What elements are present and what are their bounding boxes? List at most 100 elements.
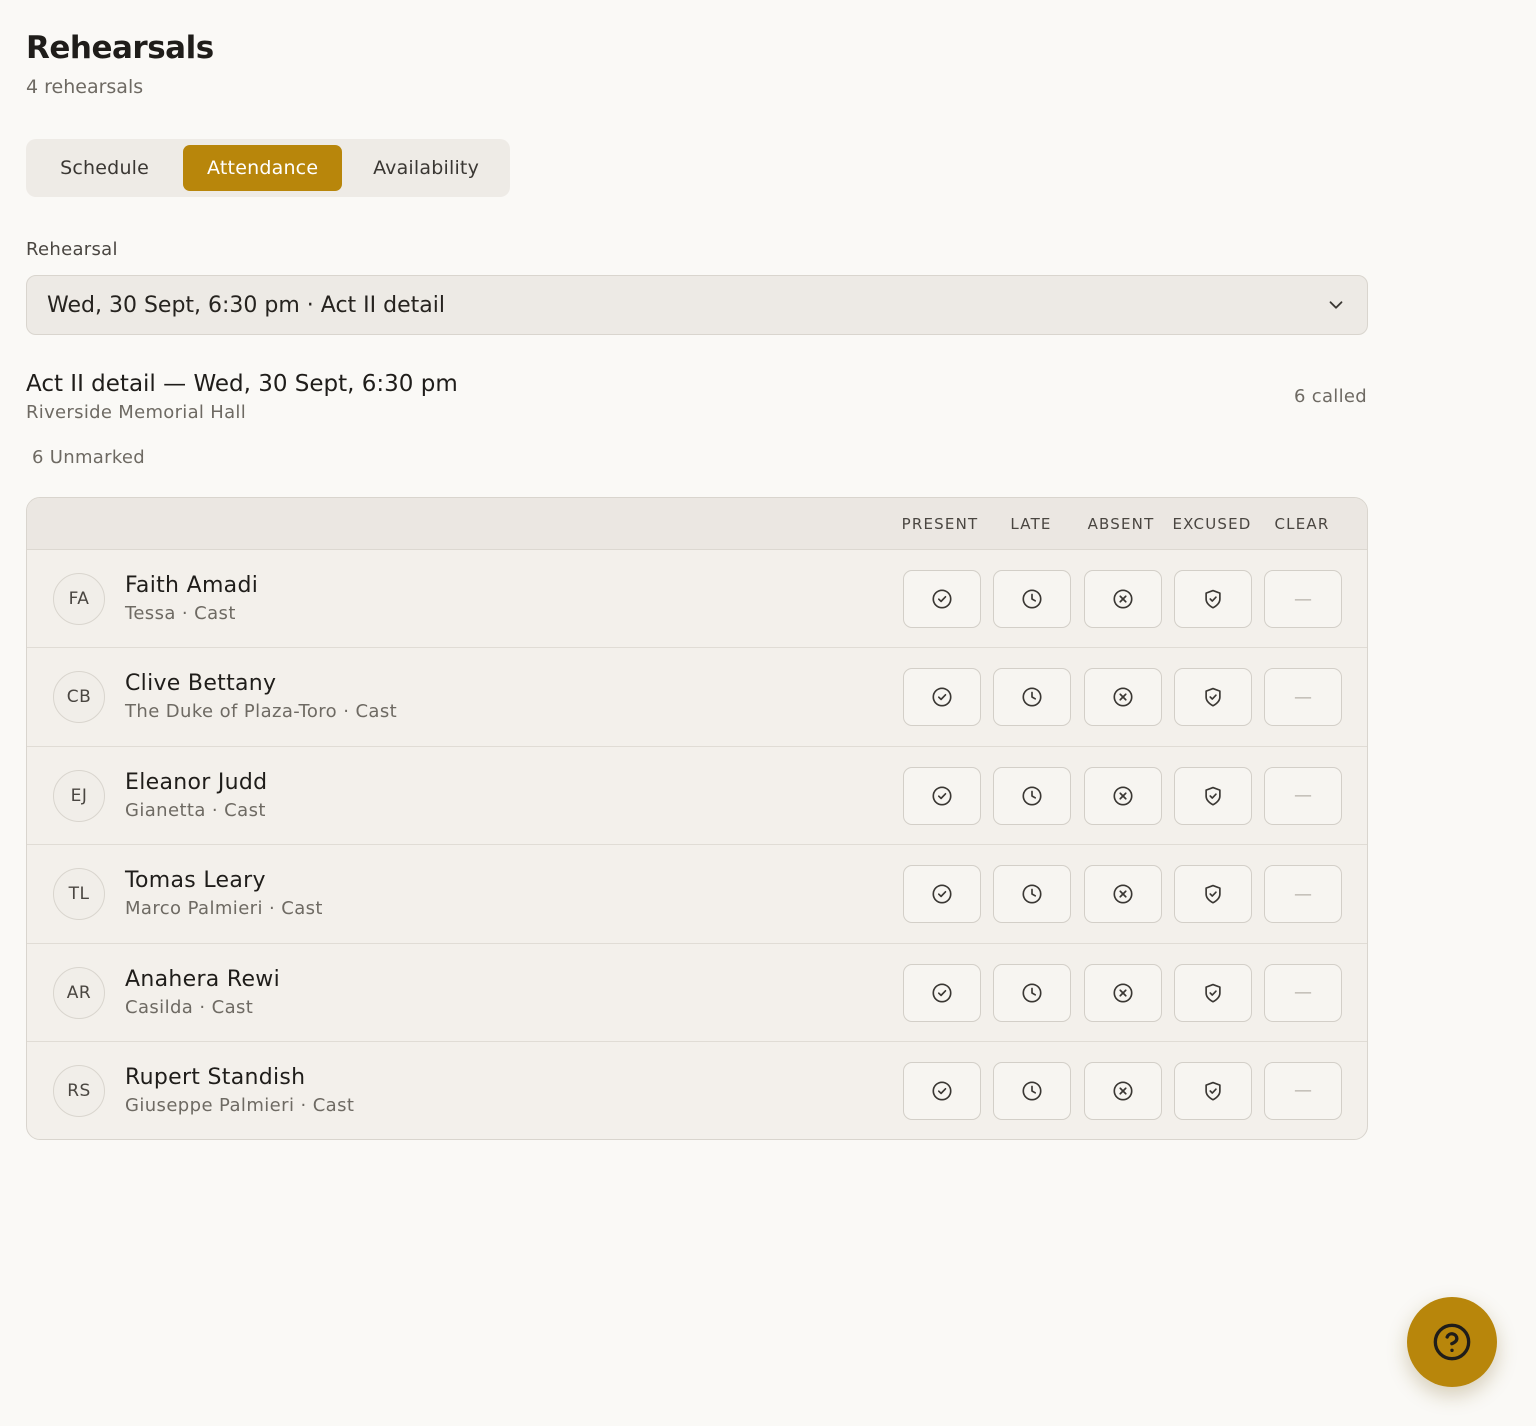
- mark-excused-button[interactable]: [1174, 1061, 1252, 1120]
- clear-dash: —: [1294, 1080, 1312, 1102]
- mark-absent-button[interactable]: [1084, 570, 1162, 628]
- mark-present-button[interactable]: [903, 963, 981, 1022]
- mark-late-button[interactable]: [993, 963, 1071, 1022]
- clear-dash: —: [1294, 982, 1312, 1004]
- clear-dash: —: [1294, 883, 1312, 905]
- mark-clear-button[interactable]: —: [1264, 963, 1342, 1022]
- mark-late-button[interactable]: [993, 865, 1071, 924]
- help-button[interactable]: [1407, 1297, 1497, 1387]
- mark-present-button[interactable]: [903, 570, 981, 628]
- mark-present-button[interactable]: [903, 865, 981, 924]
- tab-availability[interactable]: Availability: [348, 145, 504, 191]
- mark-absent-button[interactable]: [1084, 865, 1162, 924]
- avatar: RS: [53, 1064, 105, 1117]
- session-title: Act II detail — Wed, 30 Sept, 6:30 pm: [26, 371, 458, 397]
- x-circle-icon: [1113, 589, 1133, 609]
- mark-present-button[interactable]: [903, 766, 981, 825]
- attendance-row: EJ Eleanor Judd Gianetta · Cast —: [27, 747, 1367, 846]
- check-circle-icon: [932, 884, 952, 904]
- mark-present-button[interactable]: [903, 668, 981, 727]
- mark-clear-button[interactable]: —: [1264, 1061, 1342, 1120]
- clear-dash: —: [1294, 785, 1312, 807]
- x-circle-icon: [1113, 1081, 1133, 1101]
- column-header-late: LATE: [1010, 515, 1052, 533]
- clock-icon: [1022, 687, 1042, 707]
- mark-late-button[interactable]: [993, 1061, 1071, 1120]
- view-tabs: Schedule Attendance Availability: [26, 139, 510, 197]
- rehearsal-select-value: Wed, 30 Sept, 6:30 pm · Act II detail: [47, 292, 445, 318]
- mark-late-button[interactable]: [993, 668, 1071, 727]
- mark-absent-button[interactable]: [1084, 668, 1162, 727]
- check-circle-icon: [932, 1081, 952, 1101]
- shield-check-icon: [1205, 1081, 1221, 1101]
- attendance-row: RS Rupert Standish Giuseppe Palmieri · Cas…: [27, 1042, 1367, 1139]
- clear-dash: —: [1294, 588, 1312, 610]
- called-count: 6 called: [1293, 386, 1367, 407]
- x-circle-icon: [1113, 884, 1133, 904]
- attendance-rows: FA Faith Amadi Tessa · Cast — CB Clive Bettan…: [27, 550, 1367, 1139]
- mark-excused-button[interactable]: [1174, 865, 1252, 924]
- mark-absent-button[interactable]: [1084, 1061, 1162, 1120]
- person-name: Clive Bettany: [125, 671, 277, 697]
- x-circle-icon: [1113, 983, 1133, 1003]
- mark-late-button[interactable]: [993, 570, 1071, 628]
- shield-check-icon: [1205, 884, 1221, 904]
- avatar: FA: [53, 573, 105, 625]
- shield-check-icon: [1205, 589, 1221, 609]
- page-subtitle: 4 rehearsals: [26, 76, 144, 98]
- clock-icon: [1022, 589, 1042, 609]
- person-role: Giuseppe Palmieri · Cast: [125, 1094, 355, 1116]
- tab-attendance[interactable]: Attendance: [183, 145, 343, 191]
- person-role: Gianetta · Cast: [125, 799, 266, 821]
- column-header-present: PRESENT: [901, 515, 979, 533]
- person-role: Marco Palmieri · Cast: [125, 898, 323, 920]
- shield-check-icon: [1205, 688, 1221, 707]
- avatar: AR: [53, 966, 105, 1019]
- clear-dash: —: [1294, 686, 1312, 708]
- mark-clear-button[interactable]: —: [1264, 570, 1342, 628]
- session-venue: Riverside Memorial Hall: [26, 402, 247, 423]
- attendance-row: CB Clive Bettany The Duke of Plaza-Toro · …: [27, 648, 1367, 747]
- avatar: CB: [53, 671, 105, 724]
- avatar: TL: [53, 868, 105, 921]
- column-header-absent: ABSENT: [1087, 515, 1155, 533]
- mark-present-button[interactable]: [903, 1061, 981, 1120]
- mark-excused-button[interactable]: [1174, 963, 1252, 1022]
- mark-absent-button[interactable]: [1084, 766, 1162, 825]
- x-circle-icon: [1113, 786, 1133, 806]
- rehearsal-select[interactable]: Wed, 30 Sept, 6:30 pm · Act II detail: [26, 275, 1368, 335]
- attendance-table: PRESENT LATE ABSENT EXCUSED CLEAR FA Fait…: [26, 497, 1368, 1140]
- check-circle-icon: [932, 589, 952, 609]
- chevron-down-icon: [1329, 301, 1343, 309]
- page: Rehearsals 4 rehearsals Schedule Attenda…: [0, 0, 1536, 1426]
- person-role: Casilda · Cast: [125, 996, 254, 1018]
- person-name: Tomas Leary: [125, 868, 266, 894]
- mark-clear-button[interactable]: —: [1264, 766, 1342, 825]
- person-role: Tessa · Cast: [125, 603, 236, 624]
- help-circle-icon: [1433, 1323, 1471, 1361]
- check-circle-icon: [932, 687, 952, 707]
- mark-late-button[interactable]: [993, 766, 1071, 825]
- attendance-row: FA Faith Amadi Tessa · Cast —: [27, 550, 1367, 649]
- person-name: Faith Amadi: [125, 573, 259, 598]
- person-role: The Duke of Plaza-Toro · Cast: [125, 701, 398, 723]
- column-header-clear: CLEAR: [1274, 515, 1330, 533]
- mark-clear-button[interactable]: —: [1264, 668, 1342, 727]
- avatar: EJ: [53, 769, 105, 822]
- mark-clear-button[interactable]: —: [1264, 865, 1342, 924]
- shield-check-icon: [1205, 983, 1221, 1003]
- clock-icon: [1022, 884, 1042, 904]
- mark-excused-button[interactable]: [1174, 570, 1252, 628]
- mark-excused-button[interactable]: [1174, 766, 1252, 825]
- mark-absent-button[interactable]: [1084, 963, 1162, 1022]
- check-circle-icon: [932, 786, 952, 806]
- x-circle-icon: [1113, 687, 1133, 707]
- page-title: Rehearsals: [26, 30, 214, 66]
- mark-excused-button[interactable]: [1174, 668, 1252, 727]
- unmarked-count: 6 Unmarked: [32, 447, 146, 468]
- clock-icon: [1022, 786, 1042, 806]
- tab-schedule[interactable]: Schedule: [32, 145, 177, 191]
- attendance-row: AR Anahera Rewi Casilda · Cast —: [27, 944, 1367, 1042]
- rehearsal-field-label: Rehearsal: [26, 239, 118, 260]
- shield-check-icon: [1205, 786, 1221, 806]
